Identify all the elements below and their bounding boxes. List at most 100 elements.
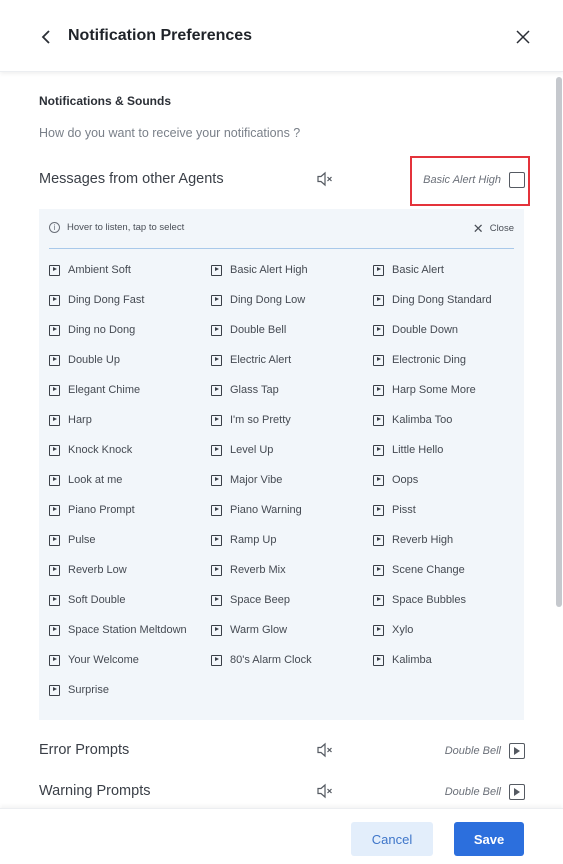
sound-option[interactable]: Ding Dong Standard bbox=[373, 291, 519, 309]
play-icon[interactable] bbox=[373, 564, 384, 576]
sound-option[interactable]: 80's Alarm Clock bbox=[211, 651, 373, 669]
play-icon[interactable] bbox=[211, 324, 222, 336]
play-icon[interactable] bbox=[49, 504, 60, 516]
play-icon[interactable] bbox=[373, 414, 384, 426]
play-icon[interactable] bbox=[373, 264, 384, 276]
play-icon[interactable] bbox=[211, 624, 222, 636]
sound-option[interactable]: Level Up bbox=[211, 441, 373, 459]
sound-option[interactable]: Xylo bbox=[373, 621, 519, 639]
play-icon[interactable] bbox=[211, 534, 222, 546]
sound-option[interactable]: Ramp Up bbox=[211, 531, 373, 549]
sound-option[interactable]: Reverb Mix bbox=[211, 561, 373, 579]
sound-option[interactable]: Knock Knock bbox=[49, 441, 211, 459]
cancel-button[interactable]: Cancel bbox=[351, 822, 433, 856]
sound-option[interactable]: Harp bbox=[49, 411, 211, 429]
play-icon[interactable] bbox=[211, 444, 222, 456]
play-icon[interactable] bbox=[373, 384, 384, 396]
play-icon[interactable] bbox=[373, 294, 384, 306]
sound-option[interactable]: Harp Some More bbox=[373, 381, 519, 399]
play-icon[interactable] bbox=[373, 594, 384, 606]
play-icon[interactable] bbox=[211, 654, 222, 666]
sound-option[interactable]: Electric Alert bbox=[211, 351, 373, 369]
sound-option[interactable]: Ding no Dong bbox=[49, 321, 211, 339]
play-icon[interactable] bbox=[49, 294, 60, 306]
sound-option[interactable]: Soft Double bbox=[49, 591, 211, 609]
sound-option[interactable]: Space Bubbles bbox=[373, 591, 519, 609]
mute-toggle[interactable] bbox=[316, 782, 334, 800]
picker-close-button[interactable]: ✕ Close bbox=[473, 222, 514, 235]
play-icon[interactable] bbox=[211, 504, 222, 516]
play-icon[interactable] bbox=[211, 594, 222, 606]
sound-selector[interactable]: Double Bell bbox=[445, 739, 525, 763]
sound-option[interactable]: Double Down bbox=[373, 321, 519, 339]
mute-toggle[interactable] bbox=[316, 741, 334, 759]
play-icon[interactable] bbox=[373, 534, 384, 546]
play-icon[interactable] bbox=[373, 444, 384, 456]
play-icon[interactable] bbox=[211, 264, 222, 276]
sound-option[interactable]: Reverb Low bbox=[49, 561, 211, 579]
save-button[interactable]: Save bbox=[454, 822, 524, 856]
play-icon[interactable] bbox=[509, 743, 525, 759]
sound-option[interactable]: Double Bell bbox=[211, 321, 373, 339]
sound-option[interactable]: Electronic Ding bbox=[373, 351, 519, 369]
play-icon[interactable] bbox=[49, 534, 60, 546]
play-icon[interactable] bbox=[373, 654, 384, 666]
play-icon[interactable] bbox=[211, 474, 222, 486]
sound-option[interactable]: Ding Dong Low bbox=[211, 291, 373, 309]
sound-option[interactable]: Space Beep bbox=[211, 591, 373, 609]
play-icon[interactable] bbox=[373, 474, 384, 486]
sound-option[interactable]: Ding Dong Fast bbox=[49, 291, 211, 309]
play-icon[interactable] bbox=[49, 264, 60, 276]
play-icon[interactable] bbox=[211, 564, 222, 576]
sound-option[interactable]: Scene Change bbox=[373, 561, 519, 579]
play-icon[interactable] bbox=[49, 324, 60, 336]
play-icon[interactable] bbox=[373, 624, 384, 636]
sound-option[interactable]: Reverb High bbox=[373, 531, 519, 549]
play-icon[interactable] bbox=[49, 444, 60, 456]
sound-option[interactable]: Basic Alert High bbox=[211, 261, 373, 279]
play-icon[interactable] bbox=[49, 384, 60, 396]
sound-option[interactable]: Basic Alert bbox=[373, 261, 519, 279]
scrollbar[interactable] bbox=[555, 73, 563, 808]
sound-option[interactable]: Piano Warning bbox=[211, 501, 373, 519]
play-icon[interactable] bbox=[211, 384, 222, 396]
play-icon[interactable] bbox=[373, 504, 384, 516]
close-button[interactable] bbox=[513, 27, 533, 47]
sound-option[interactable]: Double Up bbox=[49, 351, 211, 369]
play-icon[interactable] bbox=[49, 474, 60, 486]
sound-option[interactable]: Ambient Soft bbox=[49, 261, 211, 279]
sound-option[interactable]: Kalimba Too bbox=[373, 411, 519, 429]
sound-option[interactable]: Space Station Meltdown bbox=[49, 621, 211, 639]
play-icon[interactable] bbox=[211, 294, 222, 306]
sound-option[interactable]: Kalimba bbox=[373, 651, 519, 669]
mute-toggle[interactable] bbox=[316, 170, 334, 188]
sound-option[interactable]: Look at me bbox=[49, 471, 211, 489]
play-icon[interactable] bbox=[49, 564, 60, 576]
sound-option[interactable]: Warm Glow bbox=[211, 621, 373, 639]
sound-option[interactable]: Little Hello bbox=[373, 441, 519, 459]
play-icon[interactable] bbox=[49, 624, 60, 636]
play-icon[interactable] bbox=[49, 594, 60, 606]
play-icon[interactable] bbox=[49, 414, 60, 426]
sound-option[interactable]: Pisst bbox=[373, 501, 519, 519]
play-icon[interactable] bbox=[49, 354, 60, 366]
sound-option[interactable]: Elegant Chime bbox=[49, 381, 211, 399]
back-button[interactable] bbox=[36, 26, 58, 48]
play-icon[interactable] bbox=[373, 324, 384, 336]
play-icon[interactable] bbox=[49, 654, 60, 666]
sound-option[interactable]: Pulse bbox=[49, 531, 211, 549]
play-icon[interactable] bbox=[509, 784, 525, 800]
play-icon[interactable] bbox=[373, 354, 384, 366]
sound-option[interactable]: Your Welcome bbox=[49, 651, 211, 669]
sound-option[interactable]: I'm so Pretty bbox=[211, 411, 373, 429]
play-icon[interactable] bbox=[211, 354, 222, 366]
play-icon[interactable] bbox=[49, 684, 60, 696]
sound-option[interactable]: Oops bbox=[373, 471, 519, 489]
play-icon[interactable] bbox=[211, 414, 222, 426]
sound-option[interactable]: Surprise bbox=[49, 681, 211, 699]
sound-option[interactable]: Major Vibe bbox=[211, 471, 373, 489]
sound-option[interactable]: Piano Prompt bbox=[49, 501, 211, 519]
sound-selector[interactable]: Double Bell bbox=[445, 780, 525, 804]
sound-option[interactable]: Glass Tap bbox=[211, 381, 373, 399]
scrollbar-thumb[interactable] bbox=[556, 77, 562, 607]
